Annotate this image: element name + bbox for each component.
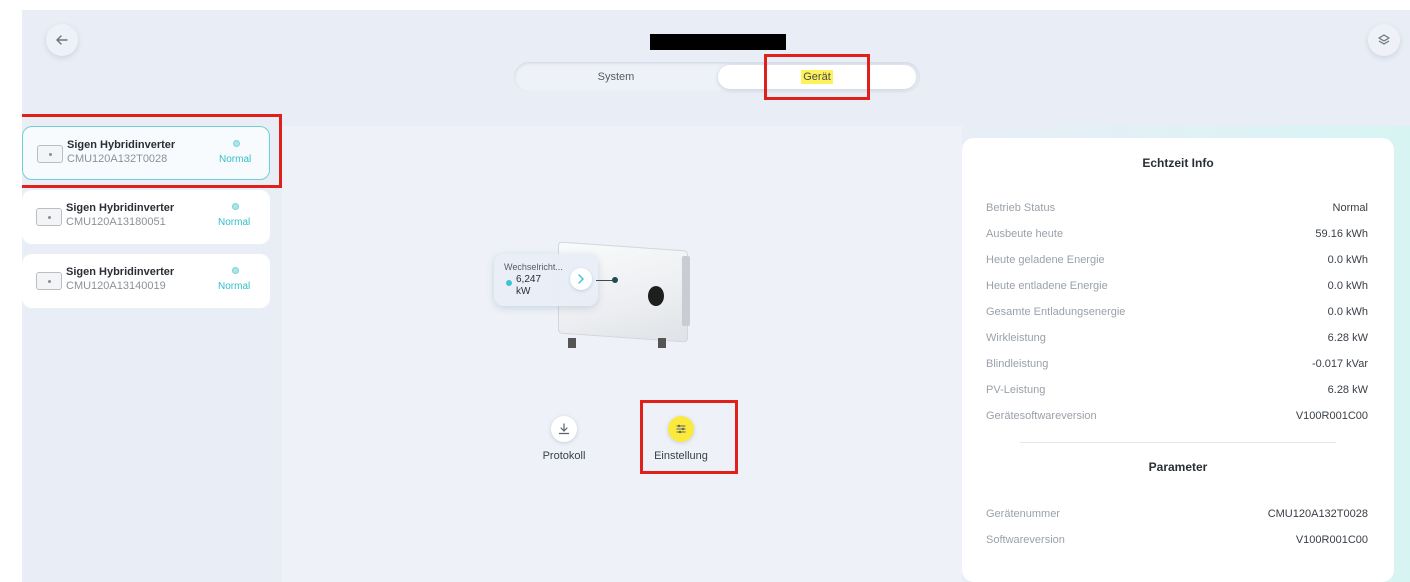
inverter-foot <box>568 338 576 348</box>
layers-button[interactable] <box>1368 24 1400 56</box>
device-view-panel: Wechselricht... 6,247 kW Protokoll Einst… <box>282 126 962 582</box>
info-value: 0.0 kWh <box>1327 254 1368 266</box>
app-window: System Gerät Sigen Hybridinverter CMU120… <box>22 10 1410 582</box>
device-list-item[interactable]: Sigen Hybridinverter CMU120A13180051 Nor… <box>22 190 270 244</box>
info-value: 0.0 kWh <box>1327 306 1368 318</box>
download-icon <box>551 416 577 442</box>
info-value: 6.28 kW <box>1327 332 1368 344</box>
status-dot-icon <box>232 203 239 210</box>
inverter-foot <box>658 338 666 348</box>
info-label: Gerätesoftwareversion <box>986 410 1097 422</box>
info-row: PV-Leistung 6.28 kW <box>986 384 1368 402</box>
section-divider <box>1020 442 1336 443</box>
tab-system-label: System <box>597 71 635 83</box>
tooltip-unit: kW <box>516 286 531 297</box>
info-row: Gesamte Entladungsenergie 0.0 kWh <box>986 306 1368 324</box>
info-row: Betrieb Status Normal <box>986 202 1368 220</box>
info-row: Ausbeute heute 59.16 kWh <box>986 228 1368 246</box>
info-row: Gerätenummer CMU120A132T0028 <box>986 508 1368 526</box>
arrow-left-icon <box>56 35 68 45</box>
device-list-item[interactable]: Sigen Hybridinverter CMU120A13140019 Nor… <box>22 254 270 308</box>
inverter-side-fins <box>682 256 690 326</box>
inverter-icon <box>36 208 62 226</box>
info-value: -0.017 kVar <box>1311 358 1368 370</box>
protokoll-button[interactable]: Protokoll <box>528 416 600 462</box>
annotation-box-selected-device <box>22 114 282 188</box>
tooltip-value: 6,247 <box>516 274 542 285</box>
info-value: 0.0 kWh <box>1327 280 1368 292</box>
info-label: Gerätenummer <box>986 508 1060 520</box>
inverter-icon <box>36 272 62 290</box>
annotation-box-einstellung <box>640 400 738 474</box>
info-label: Ausbeute heute <box>986 228 1064 240</box>
tab-system[interactable]: System <box>518 65 714 89</box>
parameter-title: Parameter <box>1148 460 1208 474</box>
tooltip-expand-button[interactable] <box>570 268 592 290</box>
info-row: Softwareversion V100R001C00 <box>986 534 1368 552</box>
tooltip-title: Wechselricht... <box>504 262 563 272</box>
power-dot-icon <box>506 280 512 286</box>
tooltip-connector-dot <box>612 277 618 283</box>
info-label: Betrieb Status <box>986 202 1056 214</box>
redacted-title <box>650 34 786 50</box>
info-row: Wirkleistung 6.28 kW <box>986 332 1368 350</box>
info-label: Heute geladene Energie <box>986 254 1105 266</box>
info-row: Gerätesoftwareversion V100R001C00 <box>986 410 1368 428</box>
info-row: Heute geladene Energie 0.0 kWh <box>986 254 1368 272</box>
device-name: Sigen Hybridinverter <box>66 202 175 214</box>
annotation-box-geraet <box>764 54 870 100</box>
status-dot-icon <box>232 267 239 274</box>
info-label: PV-Leistung <box>986 384 1046 396</box>
back-button[interactable] <box>46 24 78 56</box>
info-value: Normal <box>1332 202 1368 214</box>
info-row: Blindleistung -0.017 kVar <box>986 358 1368 376</box>
chevron-right-icon <box>578 274 584 284</box>
device-name: Sigen Hybridinverter <box>66 266 175 278</box>
info-value: CMU120A132T0028 <box>1267 508 1368 520</box>
device-status: Normal <box>218 217 251 228</box>
info-label: Blindleistung <box>986 358 1049 370</box>
device-serial: CMU120A13140019 <box>66 280 166 292</box>
info-label: Heute entladene Energie <box>986 280 1108 292</box>
device-status: Normal <box>218 281 251 292</box>
realtime-title: Echtzeit Info <box>1142 156 1214 170</box>
info-value: 6.28 kW <box>1327 384 1368 396</box>
info-value: V100R001C00 <box>1295 410 1368 422</box>
info-label: Softwareversion <box>986 534 1065 546</box>
inverter-power-tooltip[interactable]: Wechselricht... 6,247 kW <box>494 254 598 306</box>
layers-icon <box>1378 34 1390 45</box>
info-panel: Echtzeit Info Betrieb Status Normal Ausbe… <box>962 138 1394 582</box>
info-row: Heute entladene Energie 0.0 kWh <box>986 280 1368 298</box>
info-value: V100R001C00 <box>1295 534 1368 546</box>
device-serial: CMU120A13180051 <box>66 216 166 228</box>
info-value: 59.16 kWh <box>1315 228 1368 240</box>
info-label: Wirkleistung <box>986 332 1046 344</box>
protokoll-label: Protokoll <box>542 450 586 462</box>
info-label: Gesamte Entladungsenergie <box>986 306 1126 318</box>
inverter-switch-knob <box>648 286 664 306</box>
